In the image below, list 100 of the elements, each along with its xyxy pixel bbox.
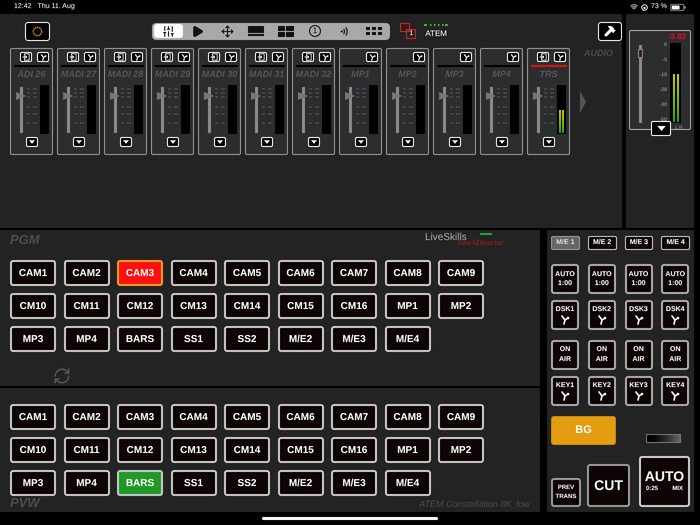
source-button[interactable]: MP1 bbox=[384, 437, 430, 463]
source-button[interactable]: CM11 bbox=[64, 437, 110, 463]
source-button[interactable]: CAM8 bbox=[384, 404, 430, 430]
split-button[interactable] bbox=[225, 52, 237, 62]
source-button[interactable]: CAM2 bbox=[64, 260, 110, 286]
source-button[interactable]: CAM9 bbox=[438, 260, 484, 286]
dropdown-button[interactable] bbox=[496, 137, 508, 147]
dropdown-button[interactable] bbox=[651, 121, 672, 136]
split-button[interactable] bbox=[507, 52, 519, 62]
source-button[interactable]: CM12 bbox=[117, 437, 163, 463]
settings-button[interactable] bbox=[25, 22, 50, 40]
fader-handle[interactable] bbox=[63, 92, 73, 100]
source-button[interactable]: CM15 bbox=[278, 293, 324, 319]
tools-button[interactable] bbox=[598, 22, 622, 40]
source-button[interactable]: CAM3 bbox=[117, 404, 163, 430]
source-button[interactable]: MP2 bbox=[438, 293, 484, 319]
fader-handle[interactable] bbox=[533, 92, 543, 100]
view-tab[interactable] bbox=[154, 24, 184, 38]
dropdown-button[interactable] bbox=[214, 137, 226, 147]
fader-handle[interactable] bbox=[251, 92, 261, 100]
fader-handle[interactable] bbox=[439, 92, 449, 100]
input-button[interactable] bbox=[161, 52, 173, 62]
source-button[interactable]: CM11 bbox=[64, 293, 110, 319]
dropdown-button[interactable] bbox=[308, 137, 320, 147]
source-button[interactable]: BARS bbox=[117, 326, 163, 352]
input-button[interactable] bbox=[67, 52, 79, 62]
source-button[interactable]: CM16 bbox=[331, 293, 377, 319]
fader-track[interactable] bbox=[639, 45, 642, 123]
split-button[interactable] bbox=[319, 52, 331, 62]
input-button[interactable] bbox=[208, 52, 220, 62]
source-button[interactable]: MP2 bbox=[438, 437, 484, 463]
input-button[interactable] bbox=[537, 52, 549, 62]
source-button[interactable]: CAM8 bbox=[384, 260, 430, 286]
input-button[interactable] bbox=[255, 52, 267, 62]
source-button[interactable]: MP3 bbox=[10, 326, 56, 352]
dropdown-button[interactable] bbox=[120, 137, 132, 147]
source-button[interactable]: CM14 bbox=[224, 293, 270, 319]
fader-handle[interactable] bbox=[392, 92, 402, 100]
source-button[interactable]: CAM1 bbox=[10, 260, 56, 286]
source-button[interactable]: M/E3 bbox=[331, 326, 377, 352]
dropdown-button[interactable] bbox=[402, 137, 414, 147]
source-button[interactable]: CAM5 bbox=[224, 260, 270, 286]
source-button[interactable]: CAM6 bbox=[278, 260, 324, 286]
source-button[interactable]: MP4 bbox=[64, 326, 110, 352]
fader-handle[interactable] bbox=[486, 92, 496, 100]
source-button[interactable]: CM13 bbox=[170, 293, 216, 319]
source-button[interactable]: CAM4 bbox=[170, 404, 216, 430]
source-button[interactable]: M/E4 bbox=[384, 326, 430, 352]
source-button[interactable]: CAM9 bbox=[438, 404, 484, 430]
split-button[interactable] bbox=[554, 52, 566, 62]
dropdown-button[interactable] bbox=[448, 137, 460, 147]
source-button[interactable]: CM15 bbox=[278, 437, 324, 463]
split-button[interactable] bbox=[84, 52, 96, 62]
split-button[interactable] bbox=[366, 52, 378, 62]
source-button[interactable]: MP4 bbox=[64, 470, 110, 496]
fader-handle[interactable] bbox=[16, 92, 26, 100]
dropdown-button[interactable] bbox=[260, 137, 272, 147]
source-button[interactable]: SS1 bbox=[170, 470, 216, 496]
source-button[interactable]: M/E4 bbox=[384, 470, 430, 496]
input-button[interactable] bbox=[114, 52, 126, 62]
source-button[interactable]: CM14 bbox=[224, 437, 270, 463]
source-button[interactable]: MP3 bbox=[10, 470, 56, 496]
source-button[interactable]: M/E2 bbox=[278, 326, 324, 352]
source-button[interactable]: CAM6 bbox=[278, 404, 324, 430]
source-button[interactable]: SS2 bbox=[224, 470, 270, 496]
split-button[interactable] bbox=[37, 52, 49, 62]
fader-handle[interactable] bbox=[110, 92, 120, 100]
dropdown-button[interactable] bbox=[166, 137, 178, 147]
split-button[interactable] bbox=[131, 52, 143, 62]
input-button[interactable] bbox=[20, 52, 32, 62]
source-button[interactable]: MP1 bbox=[384, 293, 430, 319]
source-button[interactable]: CAM5 bbox=[224, 404, 270, 430]
dropdown-button[interactable] bbox=[72, 137, 84, 147]
source-button[interactable]: SS2 bbox=[224, 326, 270, 352]
dropdown-button[interactable] bbox=[542, 137, 554, 147]
split-button[interactable] bbox=[460, 52, 472, 62]
source-button[interactable]: CAM3 bbox=[117, 260, 163, 286]
fader-handle[interactable] bbox=[157, 92, 167, 100]
split-button[interactable] bbox=[413, 52, 425, 62]
source-button[interactable]: CAM2 bbox=[64, 404, 110, 430]
split-button[interactable] bbox=[272, 52, 284, 62]
split-button[interactable] bbox=[178, 52, 190, 62]
source-button[interactable]: CM16 bbox=[331, 437, 377, 463]
source-button[interactable]: CAM4 bbox=[170, 260, 216, 286]
source-button[interactable]: CAM7 bbox=[331, 404, 377, 430]
fader-handle[interactable] bbox=[298, 92, 308, 100]
dropdown-button[interactable] bbox=[354, 137, 366, 147]
fader-handle[interactable] bbox=[638, 48, 643, 58]
source-button[interactable]: BARS bbox=[117, 470, 163, 496]
source-button[interactable]: CM13 bbox=[170, 437, 216, 463]
source-button[interactable]: M/E2 bbox=[278, 470, 324, 496]
source-button[interactable]: CAM1 bbox=[10, 404, 56, 430]
source-button[interactable]: M/E3 bbox=[331, 470, 377, 496]
source-button[interactable]: CM10 bbox=[10, 437, 56, 463]
input-button[interactable] bbox=[302, 52, 314, 62]
fader-handle[interactable] bbox=[204, 92, 214, 100]
source-button[interactable]: CM12 bbox=[117, 293, 163, 319]
view-tab[interactable]: 1 bbox=[300, 24, 330, 38]
source-button[interactable]: CM10 bbox=[10, 293, 56, 319]
fader-handle[interactable] bbox=[345, 92, 355, 100]
